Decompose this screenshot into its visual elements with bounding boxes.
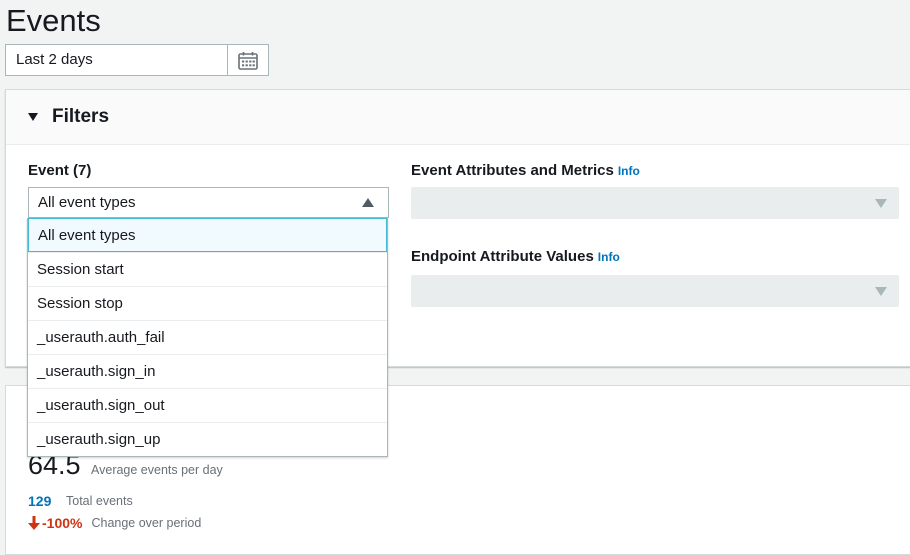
- event-attributes-label-text: Event Attributes and Metrics: [411, 162, 614, 179]
- endpoint-attributes-label-text: Endpoint Attribute Values: [411, 248, 594, 265]
- page-title: Events: [6, 3, 101, 38]
- dropdown-option[interactable]: _userauth.auth_fail: [28, 320, 387, 354]
- filters-title: Filters: [52, 106, 110, 127]
- event-select-value: All event types: [38, 194, 136, 211]
- caret-up-icon: [362, 198, 374, 207]
- dropdown-option[interactable]: _userauth.sign_in: [28, 354, 387, 388]
- caret-down-icon: [28, 113, 38, 121]
- endpoint-attributes-select: [411, 275, 899, 307]
- dropdown-option[interactable]: _userauth.sign_up: [28, 422, 387, 456]
- arrow-down-icon: [28, 516, 40, 530]
- date-range-picker[interactable]: Last 2 days: [5, 44, 269, 76]
- dropdown-option[interactable]: Session start: [28, 252, 387, 286]
- caret-down-icon: [875, 286, 887, 296]
- caret-down-icon: [875, 198, 887, 208]
- filters-header[interactable]: Filters: [6, 90, 910, 145]
- dropdown-option[interactable]: All event types: [28, 218, 387, 252]
- dropdown-option[interactable]: Session stop: [28, 286, 387, 320]
- endpoint-attributes-info-link[interactable]: Info: [598, 250, 620, 264]
- dropdown-option[interactable]: _userauth.sign_out: [28, 388, 387, 422]
- calendar-button[interactable]: [227, 45, 268, 75]
- total-events-value[interactable]: 129: [28, 493, 51, 509]
- average-events-caption: Average events per day: [91, 463, 223, 477]
- event-dropdown-list: All event types Session start Session st…: [27, 218, 388, 457]
- change-over-period: -100% Change over period: [28, 515, 201, 531]
- calendar-icon: [238, 51, 258, 70]
- endpoint-attributes-label: Endpoint Attribute Values Info: [411, 248, 620, 265]
- change-value: -100%: [42, 515, 83, 531]
- date-range-input[interactable]: Last 2 days: [6, 45, 227, 75]
- event-select[interactable]: All event types: [28, 187, 389, 218]
- total-events-caption: Total events: [66, 494, 133, 508]
- event-attributes-info-link[interactable]: Info: [618, 164, 640, 178]
- event-attributes-select: [411, 187, 899, 219]
- event-filter-label: Event (7): [28, 162, 92, 179]
- change-caption: Change over period: [91, 516, 202, 530]
- event-attributes-label: Event Attributes and Metrics Info: [411, 162, 640, 179]
